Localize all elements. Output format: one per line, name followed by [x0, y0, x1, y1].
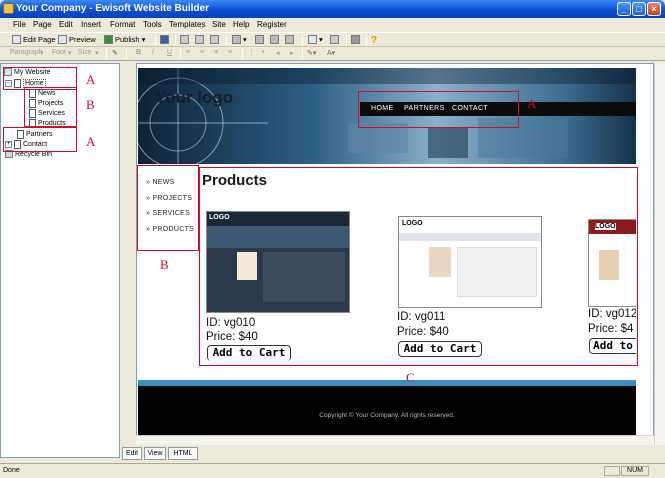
- status-bar: Done NUM: [0, 463, 665, 478]
- properties-button[interactable]: [351, 35, 360, 44]
- publish-label: Publish: [115, 35, 140, 44]
- status-panel: [604, 466, 620, 476]
- spellcheck-button[interactable]: [330, 35, 339, 44]
- maximize-button[interactable]: □: [632, 2, 646, 16]
- highlight-color-icon[interactable]: A▾: [327, 49, 335, 57]
- tab-edit[interactable]: Edit: [122, 447, 142, 460]
- menu-edit[interactable]: Edit: [59, 20, 73, 29]
- font-dropdown-icon[interactable]: ▾: [68, 49, 72, 57]
- align-center-button[interactable]: [270, 35, 279, 44]
- menu-bar: File Page Edit Insert Format Tools Templ…: [0, 18, 665, 32]
- annotation-box-b: [24, 87, 77, 127]
- app-icon: [3, 3, 14, 14]
- annotation-label-a: A: [527, 96, 537, 111]
- copyright-text: Copyright © Your Company. All rights res…: [319, 412, 455, 419]
- spellcheck-icon: [330, 35, 339, 44]
- annotation-box-a: [3, 127, 77, 152]
- annotation-box-b: [137, 165, 199, 251]
- help-icon: ?: [371, 35, 378, 46]
- menu-page[interactable]: Page: [33, 20, 52, 29]
- align-right-format-icon[interactable]: ≡: [214, 49, 218, 56]
- cut-icon: [180, 35, 189, 44]
- bold-button[interactable]: B: [136, 49, 141, 56]
- align-center-icon: [270, 35, 279, 44]
- align-right-button[interactable]: [285, 35, 294, 44]
- justify-format-icon[interactable]: ≡: [228, 49, 232, 56]
- link-button[interactable]: [195, 35, 204, 44]
- menu-site[interactable]: Site: [212, 20, 226, 29]
- menu-tools[interactable]: Tools: [143, 20, 162, 29]
- image-button[interactable]: ▾: [232, 35, 247, 44]
- line-button[interactable]: [210, 35, 219, 44]
- preview-label: Preview: [69, 35, 96, 44]
- bullet-list-icon[interactable]: •: [262, 49, 264, 56]
- text-color-icon[interactable]: ✎▾: [307, 49, 316, 57]
- annotation-label-a: A: [86, 72, 96, 87]
- num-lock-indicator: NUM: [621, 466, 649, 476]
- publish-button[interactable]: Publish ▾: [104, 35, 145, 44]
- annotation-label-b: B: [86, 97, 95, 112]
- publish-icon: [104, 35, 113, 44]
- save-button[interactable]: [160, 35, 169, 44]
- image-icon: [232, 35, 241, 44]
- italic-button[interactable]: I: [152, 49, 154, 56]
- status-text: Done: [3, 467, 20, 474]
- paragraph-dropdown-icon[interactable]: ▾: [40, 49, 44, 57]
- cut-button[interactable]: [180, 35, 189, 44]
- annotation-box-c: [199, 167, 638, 366]
- panel-splitter[interactable]: [120, 63, 136, 458]
- tab-view[interactable]: View: [144, 447, 166, 460]
- format-painter-icon[interactable]: ✎: [112, 49, 118, 57]
- menu-register[interactable]: Register: [257, 20, 287, 29]
- outdent-icon[interactable]: ◂: [276, 49, 280, 57]
- indent-icon[interactable]: ▸: [290, 49, 294, 57]
- menu-file[interactable]: File: [13, 20, 26, 29]
- align-center-format-icon[interactable]: ≡: [200, 49, 204, 56]
- site-logo: Your logo: [155, 88, 234, 107]
- align-left-format-icon[interactable]: ≡: [186, 49, 190, 56]
- size-dropdown-icon[interactable]: ▾: [95, 49, 99, 57]
- annotation-box-a: [358, 91, 519, 128]
- annotation-label-b: B: [160, 257, 169, 272]
- menu-help[interactable]: Help: [233, 20, 249, 29]
- align-left-button[interactable]: [255, 35, 264, 44]
- menu-format[interactable]: Format: [110, 20, 135, 29]
- help-button[interactable]: ?: [371, 35, 377, 46]
- annotation-label-c: C: [406, 370, 415, 385]
- menu-templates[interactable]: Templates: [169, 20, 205, 29]
- paragraph-select[interactable]: Paragraph: [10, 49, 43, 56]
- preview-icon: [58, 35, 67, 44]
- title-bar: Your Company - Ewisoft Website Builder _…: [0, 0, 665, 18]
- tab-html[interactable]: HTML: [168, 447, 198, 460]
- minimize-button[interactable]: _: [617, 2, 631, 16]
- menu-insert[interactable]: Insert: [81, 20, 101, 29]
- close-button[interactable]: ×: [647, 2, 661, 16]
- main-toolbar: Edit Page Preview Publish ▾ ▾ ▾ ?: [0, 32, 665, 47]
- save-icon: [160, 35, 169, 44]
- numbered-list-icon[interactable]: ⋮: [248, 49, 255, 57]
- underline-button[interactable]: U: [167, 49, 172, 56]
- view-tabs: Edit View HTML: [120, 446, 665, 461]
- edit-page-label: Edit Page: [23, 35, 56, 44]
- font-select[interactable]: Font: [52, 49, 66, 56]
- size-select[interactable]: Size: [78, 49, 92, 56]
- horizontal-scrollbar[interactable]: [136, 435, 654, 445]
- table-icon: [308, 35, 317, 44]
- vertical-scrollbar[interactable]: [654, 63, 665, 445]
- edit-page-button[interactable]: Edit Page: [12, 35, 56, 44]
- properties-icon: [351, 35, 360, 44]
- table-button[interactable]: ▾: [308, 35, 323, 44]
- format-toolbar: Paragraph ▾ Font ▾ Size ▾ ✎ B I U ≡ ≡ ≡ …: [0, 47, 665, 61]
- align-left-icon: [255, 35, 264, 44]
- edit-page-icon: [12, 35, 21, 44]
- annotation-label-a: A: [86, 134, 96, 149]
- align-right-icon: [285, 35, 294, 44]
- window-title: Your Company - Ewisoft Website Builder: [16, 3, 209, 14]
- line-icon: [210, 35, 219, 44]
- preview-button[interactable]: Preview: [58, 35, 96, 44]
- link-icon: [195, 35, 204, 44]
